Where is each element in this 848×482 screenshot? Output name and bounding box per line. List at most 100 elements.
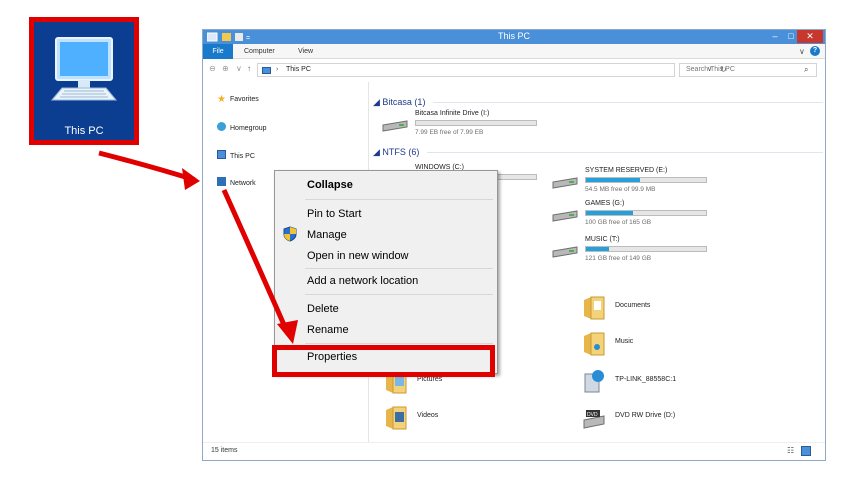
hard-drive-icon (552, 210, 578, 222)
network-icon (217, 177, 226, 186)
nav-item-homegroup[interactable]: Homegroup (217, 122, 267, 134)
search-placeholder: Search This PC (686, 66, 735, 73)
group-header-ntfs[interactable]: ◢ NTFS (6) (373, 146, 419, 158)
drive-free-space: 100 GB free of 165 GB (585, 219, 652, 226)
menu-separator (305, 199, 493, 200)
drive-usage-bar (415, 120, 537, 126)
menu-item-add-network-location[interactable]: Add a network location (307, 273, 418, 289)
menu-item-delete[interactable]: Delete (307, 301, 339, 317)
folder-videos[interactable]: Videos (385, 402, 535, 434)
drive-usage-bar (585, 177, 707, 183)
nav-item-label: Homegroup (230, 125, 267, 132)
drive-item[interactable]: Bitcasa Infinite Drive (I:) 7.99 EB free… (381, 110, 551, 142)
address-toolbar: ⊖ ⊕ ∨ ↑ › This PC ∨ ↻ Search This PC ⌕ (203, 60, 825, 80)
menu-item-manage[interactable]: Manage (307, 227, 347, 243)
search-input[interactable]: Search This PC ⌕ (679, 63, 817, 77)
uac-shield-icon (283, 226, 297, 242)
documents-folder-icon (584, 296, 605, 320)
search-icon[interactable]: ⌕ (804, 64, 808, 76)
drive-item[interactable]: SYSTEM RESERVED (E:) 54.5 MB free of 99.… (551, 167, 721, 199)
device-tp-link[interactable]: TP-LINK_88558C:1 (583, 366, 733, 398)
breadcrumb-this-pc[interactable]: This PC (286, 64, 311, 76)
device-name: TP-LINK_88558C:1 (615, 376, 677, 383)
address-bar[interactable]: › This PC ∨ ↻ (257, 63, 727, 77)
drive-item[interactable]: MUSIC (T:) 121 GB free of 149 GB (551, 236, 721, 268)
nav-item-this-pc[interactable]: This PC (217, 150, 255, 162)
desktop-icon-label: This PC (64, 125, 104, 137)
back-button[interactable]: ⊖ (209, 64, 216, 73)
dvd-drive[interactable]: DVD DVD RW Drive (D:) (583, 402, 733, 434)
ribbon-tabs: File Computer View ∨ ? (203, 44, 825, 59)
folder-name: Documents (615, 302, 651, 309)
group-header-bitcasa[interactable]: ◢ Bitcasa (1) (373, 96, 425, 108)
arrow-to-window (98, 150, 196, 183)
folder-documents[interactable]: Documents (583, 292, 733, 324)
hard-drive-icon (552, 246, 578, 258)
drive-usage-fill (586, 178, 640, 182)
group-label: NTFS (6) (382, 147, 420, 157)
group-label: Bitcasa (1) (382, 97, 426, 107)
drive-usage-fill (586, 211, 633, 215)
arrow-to-window-head (182, 168, 200, 190)
dvd-drive-icon: DVD (583, 410, 605, 429)
breadcrumb-chevron-icon: › (276, 66, 279, 73)
tab-file[interactable]: File (203, 44, 233, 59)
videos-folder-icon (386, 406, 407, 430)
nav-item-label: Network (230, 180, 256, 187)
folder-name: Music (615, 338, 634, 345)
drive-item[interactable]: GAMES (G:) 100 GB free of 165 GB (551, 200, 721, 232)
drive-free-space: 7.99 EB free of 7.99 EB (415, 129, 484, 136)
folder-name: Videos (417, 412, 439, 419)
menu-item-rename[interactable]: Rename (307, 322, 349, 338)
drive-name: MUSIC (T:) (585, 236, 620, 243)
drive-name: DVD RW Drive (D:) (615, 412, 676, 419)
nav-item-label: Favorites (229, 96, 259, 103)
item-count: 15 items (211, 447, 238, 454)
group-divider (427, 152, 823, 153)
details-view-icon[interactable]: ☷ (787, 446, 797, 456)
menu-item-open-in-new-window[interactable]: Open in new window (307, 248, 409, 264)
desktop-this-pc-icon[interactable]: This PC (29, 17, 139, 145)
title-bar[interactable]: = This PC – □ ✕ (203, 30, 825, 44)
computer-icon (217, 150, 226, 159)
drive-free-space: 54.5 MB free of 99.9 MB (585, 186, 656, 193)
close-button[interactable]: ✕ (797, 30, 823, 43)
help-icon[interactable]: ? (810, 46, 820, 56)
computer-icon (50, 37, 118, 101)
tab-computer[interactable]: Computer (237, 44, 282, 59)
properties-highlight-box (272, 345, 495, 377)
drive-usage-fill (586, 247, 609, 251)
menu-item-collapse[interactable]: Collapse (307, 177, 353, 193)
tab-view[interactable]: View (291, 44, 320, 59)
group-divider (433, 102, 823, 103)
up-button[interactable]: ↑ (247, 64, 251, 73)
folder-name: Pictures (417, 376, 443, 383)
drive-free-space: 121 GB free of 149 GB (585, 255, 652, 262)
forward-button[interactable]: ⊕ (222, 64, 229, 73)
nav-item-favorites[interactable]: ★ Favorites (217, 94, 259, 106)
window-title: This PC (497, 31, 530, 41)
menu-separator (305, 268, 493, 269)
nav-item-label: This PC (230, 153, 255, 160)
music-folder-icon (584, 332, 605, 356)
folder-music[interactable]: Music (583, 328, 733, 360)
drive-name: SYSTEM RESERVED (E:) (585, 167, 668, 174)
drive-name: Bitcasa Infinite Drive (I:) (415, 110, 490, 117)
drive-usage-bar (585, 210, 707, 216)
menu-item-pin-to-start[interactable]: Pin to Start (307, 206, 361, 222)
computer-icon (262, 67, 271, 74)
drive-usage-bar (585, 246, 707, 252)
hard-drive-icon (382, 120, 408, 132)
menu-separator (305, 294, 493, 295)
star-icon: ★ (217, 94, 226, 105)
homegroup-icon (217, 122, 226, 131)
status-bar: 15 items ☷ (203, 442, 825, 460)
menu-separator (305, 343, 493, 344)
recent-locations-button[interactable]: ∨ (236, 64, 242, 73)
large-icons-view-icon[interactable] (801, 446, 811, 456)
drive-name: GAMES (G:) (585, 200, 625, 207)
ribbon-expand-icon[interactable]: ∨ (799, 44, 805, 59)
nav-item-network[interactable]: Network (217, 177, 256, 189)
context-menu: Collapse Pin to Start Manage Open in new… (274, 170, 498, 374)
svg-text:DVD: DVD (587, 412, 598, 418)
